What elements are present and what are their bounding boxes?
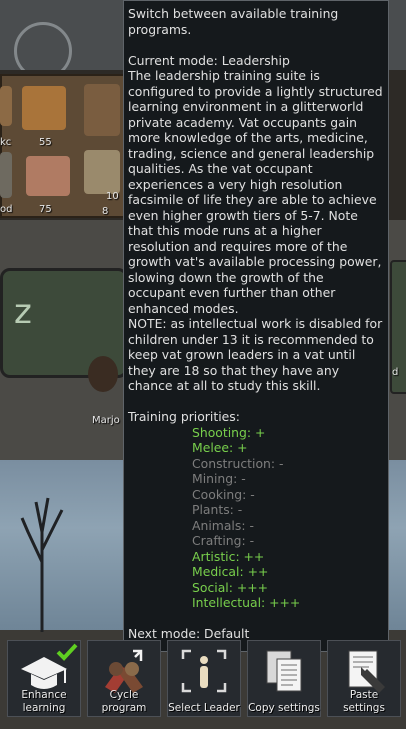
pawn-head xyxy=(88,356,118,392)
stack-count: 55 xyxy=(39,137,52,148)
training-program-tooltip: Switch between available training progra… xyxy=(123,0,389,652)
priority-construction: Construction: - xyxy=(192,455,284,471)
mode-description: The leadership training suite is configu… xyxy=(128,68,383,316)
enhance-learning-label: Enhance learning xyxy=(21,689,67,714)
priority-social: Social: +++ xyxy=(192,579,268,595)
checkmark-icon xyxy=(56,643,78,661)
copy-settings-label: Copy settings xyxy=(248,702,320,714)
stack-label: d xyxy=(392,367,399,378)
paste-settings-icon xyxy=(348,650,385,693)
copy-settings-button[interactable]: Copy settings xyxy=(247,640,321,717)
priority-animals: Animals: - xyxy=(192,517,254,533)
stack-count: 10 xyxy=(106,191,119,202)
stack-item xyxy=(0,86,12,126)
select-leader-button[interactable]: Select Leader xyxy=(167,640,241,717)
pawn-name: Marjo xyxy=(92,415,120,426)
copy-settings-icon xyxy=(266,650,302,692)
stack-count: 75 xyxy=(39,204,52,215)
command-toolbar: Enhance learning Cycle program Select Le… xyxy=(0,636,406,729)
cycle-program-button[interactable]: Cycle program xyxy=(87,640,161,717)
current-mode: Current mode: Leadership xyxy=(128,52,290,68)
priority-melee: Melee: + xyxy=(192,440,248,455)
rock-chunk xyxy=(26,156,70,196)
stack-item xyxy=(0,152,12,198)
paste-settings-label: Paste settings xyxy=(343,689,385,714)
cycle-program-label: Cycle program xyxy=(101,689,147,714)
priorities-title: Training priorities: xyxy=(128,409,240,424)
priority-intellectual: Intellectual: +++ xyxy=(192,595,301,610)
mode-note: NOTE: as intellectual work is disabled f… xyxy=(128,316,383,393)
enhance-learning-button[interactable]: Enhance learning xyxy=(7,640,81,717)
select-leader-label: Select Leader xyxy=(168,702,240,714)
priority-shooting: Shooting: + xyxy=(192,424,266,440)
crate xyxy=(84,84,120,136)
priority-crafting: Crafting: - xyxy=(192,533,255,548)
priority-cooking: Cooking: - xyxy=(192,486,255,502)
priority-artistic: Artistic: ++ xyxy=(192,548,265,564)
priority-plants: Plants: - xyxy=(192,502,243,517)
stack-label: od xyxy=(0,204,13,215)
priority-mining: Mining: - xyxy=(192,471,246,486)
cycle-program-icon xyxy=(105,649,143,693)
tooltip-header: Switch between available training progra… xyxy=(128,6,339,37)
select-leader-icon xyxy=(181,649,227,693)
sleep-z-icon: z xyxy=(14,292,32,332)
crate xyxy=(84,150,120,194)
stack-label: kc xyxy=(0,137,12,148)
wood-stack xyxy=(22,86,66,130)
stack-count: 8 xyxy=(102,206,109,217)
paste-settings-button[interactable]: Paste settings xyxy=(327,640,401,717)
priority-medical: Medical: ++ xyxy=(192,564,269,579)
priorities-list: Shooting: + Melee: + Construction: - Min… xyxy=(128,425,384,611)
bare-tree-icon xyxy=(20,497,64,632)
